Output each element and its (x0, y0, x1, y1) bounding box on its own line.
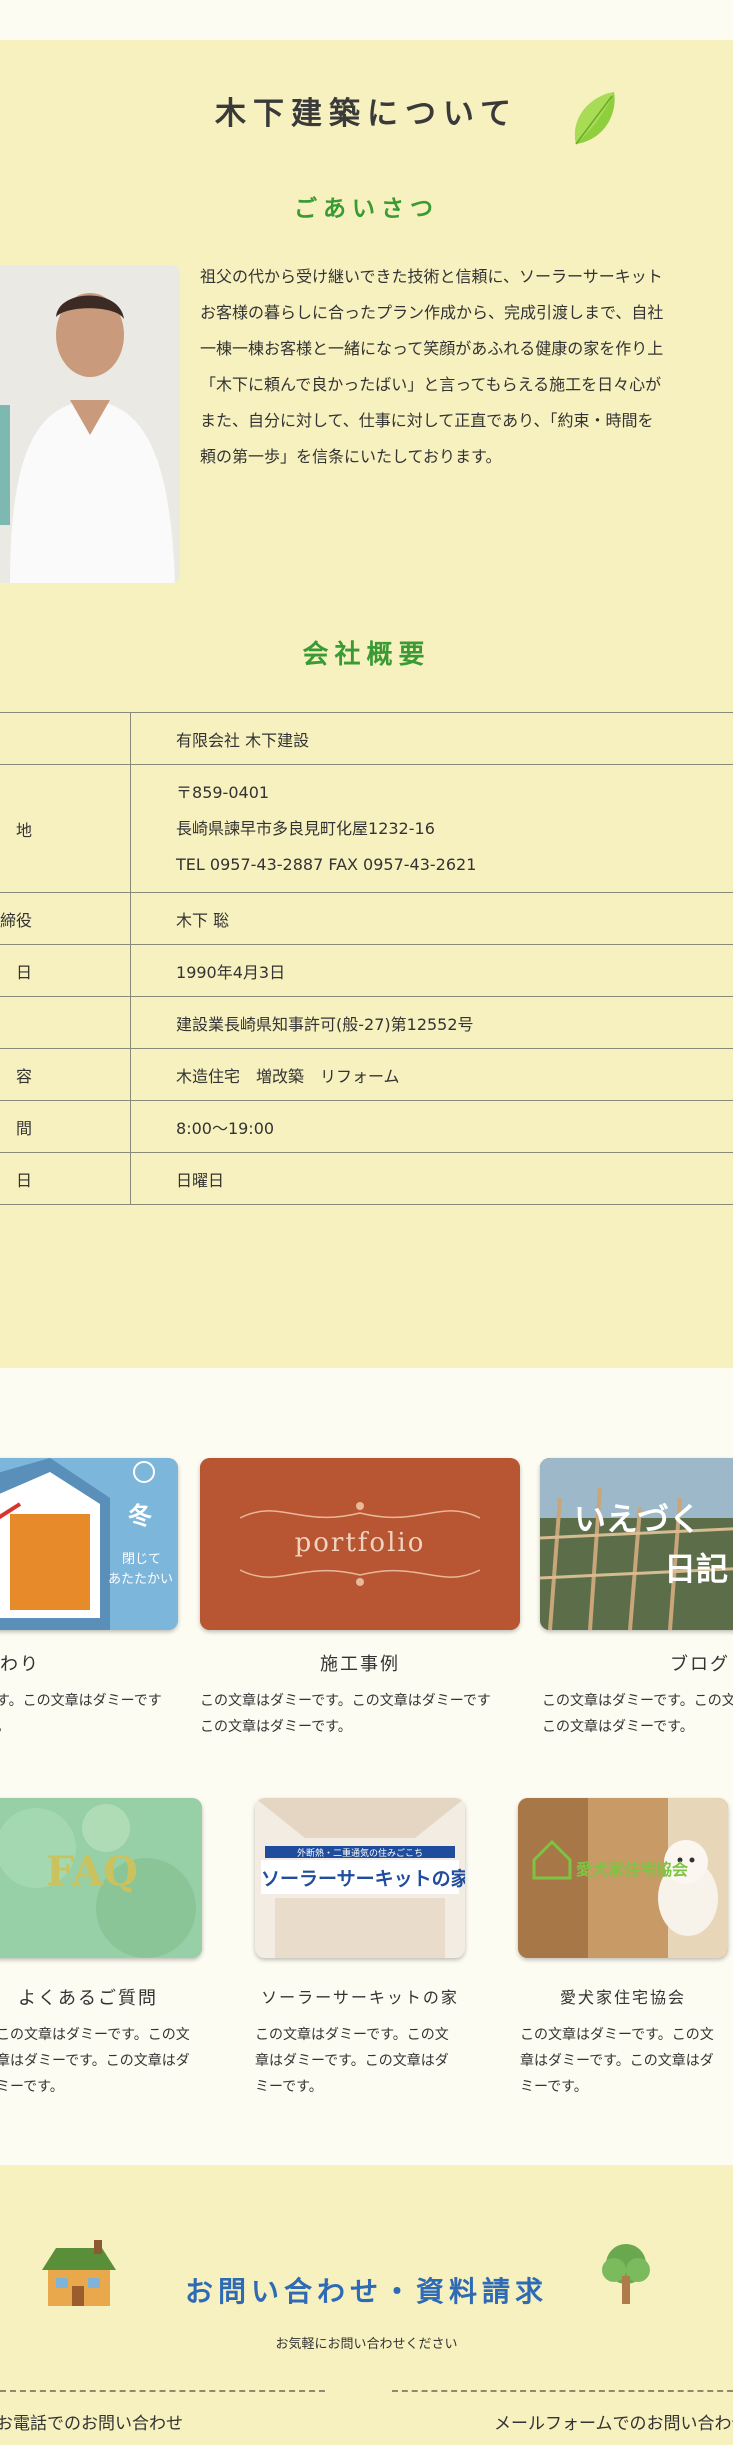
greeting-line: 一棟一棟お客様と一緒になって笑顔があふれる健康の家を作り上 (200, 339, 664, 358)
phone-fax-line: TEL 0957-43-2887 FAX 0957-43-2621 (176, 854, 477, 874)
row-label: 日 (16, 1170, 33, 1190)
card-commitment[interactable]: 冬 閉じて あたたかい だわり す。この文章はダミーです 。 (0, 1458, 180, 1758)
blog-image-subtitle: 日記 (664, 1550, 729, 1588)
warm-label: あたたかい (108, 1572, 174, 1587)
greeting-message: 祖父の代から受け継いできた技術と信頼に、ソーラーサーキット お客様の暮らしに合っ… (200, 259, 733, 475)
row-value: 建設業長崎県知事許可(般-27)第12552号 (176, 1014, 474, 1034)
winter-label: 冬 (128, 1502, 152, 1530)
greeting-line: 「木下に頼んで良かったばい」と言ってもらえる施工を日々心が (200, 375, 662, 394)
card-description: この文章はダミーです。この文 章はダミーです。この文章はダ ミーです。 (255, 2027, 449, 2095)
mail-form-inquiry-link[interactable]: メールフォームでのお問い合わせ (494, 2409, 733, 2434)
table-row: 建設業長崎県知事許可(般-27)第12552号 (0, 996, 733, 1049)
address-line: 長崎県諫早市多良見町化屋1232-16 (176, 818, 435, 838)
card-blog[interactable]: いえづく 日記 ブログ この文章はダミーです。この文 この文章はダミーです。 (540, 1458, 733, 1758)
greeting-heading: ごあいさつ (294, 196, 439, 222)
divider (392, 2390, 733, 2392)
contact-title: お問い合わせ・資料請求 (184, 2275, 548, 2308)
table-row: 締役 木下 聡 (0, 892, 733, 945)
card-title[interactable]: 愛犬家住宅協会 (518, 1984, 728, 2008)
greeting-line: 頼の第一歩」を信条にいたしております。 (200, 447, 502, 466)
row-value: 日曜日 (176, 1170, 225, 1190)
solar-circuit-tagline: 外断熱・二重通気の住みごこち (296, 1849, 423, 1859)
card-description: この文章はダミーです。この文 この文章はダミーです。 (542, 1693, 733, 1735)
postal-code: 〒859-0401 (176, 782, 270, 802)
card-faq[interactable]: FAQ よくあるご質問 この文章はダミーです。この文 章はダミーです。この文章は… (0, 1798, 202, 2128)
row-value: 木下 聡 (176, 910, 230, 930)
contact-subtitle: お気軽にお問い合わせください (275, 2337, 458, 2352)
table-row: 有限会社 木下建設 (0, 712, 733, 765)
row-value: 有限会社 木下建設 (176, 730, 310, 750)
phone-inquiry-link[interactable]: お電話でのお問い合わせ (0, 2409, 183, 2434)
table-row: 容 木造住宅 増改築 リフォーム (0, 1048, 733, 1101)
table-row: 間 8:00〜19:00 (0, 1100, 733, 1153)
card-title[interactable]: 施工事例 (200, 1650, 520, 1676)
dog-lover-house-image[interactable]: 愛犬家住宅協会 (518, 1798, 728, 1958)
row-label: 地 (16, 820, 33, 840)
row-value: 8:00〜19:00 (176, 1118, 275, 1138)
greeting-line: お客様の暮らしに合ったプラン作成から、完成引渡しまで、自社 (200, 303, 664, 322)
solar-circuit-image[interactable]: 外断熱・二重通気の住みごこち ソーラーサーキットの家 (255, 1798, 465, 1958)
greeting-line: また、自分に対して、仕事に対して正直であり、「約束・時間を (200, 411, 654, 430)
about-section: 木下建築について ごあいさつ 祖父の代から受け継いできた技術と信頼に、ソーラーサ… (0, 40, 733, 1368)
row-value: 1990年4月3日 (176, 962, 286, 982)
card-description: す。この文章はダミーです 。 (0, 1693, 162, 1735)
row-label: 間 (16, 1118, 33, 1138)
leaf-icon (574, 92, 615, 145)
row-label: 締役 (0, 910, 33, 930)
card-title[interactable]: よくあるご質問 (18, 1984, 188, 2010)
table-row: 日 1990年4月3日 (0, 944, 733, 997)
card-portfolio[interactable]: portfolio 施工事例 この文章はダミーです。この文章はダミーです この文… (200, 1458, 520, 1758)
greeting-line: 祖父の代から受け継いできた技術と信頼に、ソーラーサーキット (200, 267, 663, 286)
table-row: 地 〒859-0401 長崎県諫早市多良見町化屋1232-16 TEL 0957… (0, 764, 733, 893)
about-title: 木下建築について (214, 96, 519, 132)
dog-association-logo-text: 愛犬家住宅協会 (576, 1860, 689, 1879)
company-overview-table: 有限会社 木下建設 地 〒859-0401 長崎県諫早市多良見町化屋1232-1… (0, 712, 733, 1205)
row-label: 日 (16, 962, 33, 982)
card-description: この文章はダミーです。この文 章はダミーです。この文章はダ ミーです。 (0, 2027, 190, 2095)
company-overview-heading: 会社概要 (302, 640, 431, 670)
card-dog-lover-association[interactable]: 愛犬家住宅協会 愛犬家住宅協会 この文章はダミーです。この文 章はダミーです。こ… (518, 1798, 733, 2128)
solar-circuit-logo-text: ソーラーサーキットの家 (261, 1868, 465, 1890)
divider (0, 2390, 325, 2392)
card-description: この文章はダミーです。この文章はダミーです この文章はダミーです。 (200, 1693, 491, 1735)
card-solar-circuit[interactable]: 外断熱・二重通気の住みごこち ソーラーサーキットの家 ソーラーサーキットの家 こ… (250, 1798, 470, 2128)
row-label: 容 (16, 1066, 33, 1086)
blog-image-title: いえづく (574, 1500, 702, 1538)
card-description: この文章はダミーです。この文 章はダミーです。この文章はダ ミーです。 (520, 2027, 714, 2095)
close-label: 閉じて (122, 1552, 162, 1567)
row-value: 木造住宅 増改築 リフォーム (176, 1066, 400, 1086)
card-title[interactable]: だわり (0, 1650, 60, 1676)
card-title[interactable]: ソーラーサーキットの家 (250, 1984, 470, 2008)
portfolio-image[interactable]: portfolio (200, 1458, 520, 1630)
owner-portrait-photo (0, 265, 180, 583)
table-row: 日 日曜日 (0, 1152, 733, 1205)
faq-image[interactable]: FAQ (0, 1798, 202, 1958)
faq-label: FAQ (46, 1848, 138, 1895)
contact-section: お問い合わせ・資料請求 お気軽にお問い合わせください お電話でのお問い合わせ メ… (0, 2165, 733, 2445)
blog-image[interactable]: いえづく 日記 (540, 1458, 733, 1630)
card-title[interactable]: ブログ (670, 1650, 733, 1676)
portfolio-label: portfolio (294, 1528, 426, 1558)
insulation-diagram-image[interactable]: 冬 閉じて あたたかい (0, 1458, 178, 1630)
